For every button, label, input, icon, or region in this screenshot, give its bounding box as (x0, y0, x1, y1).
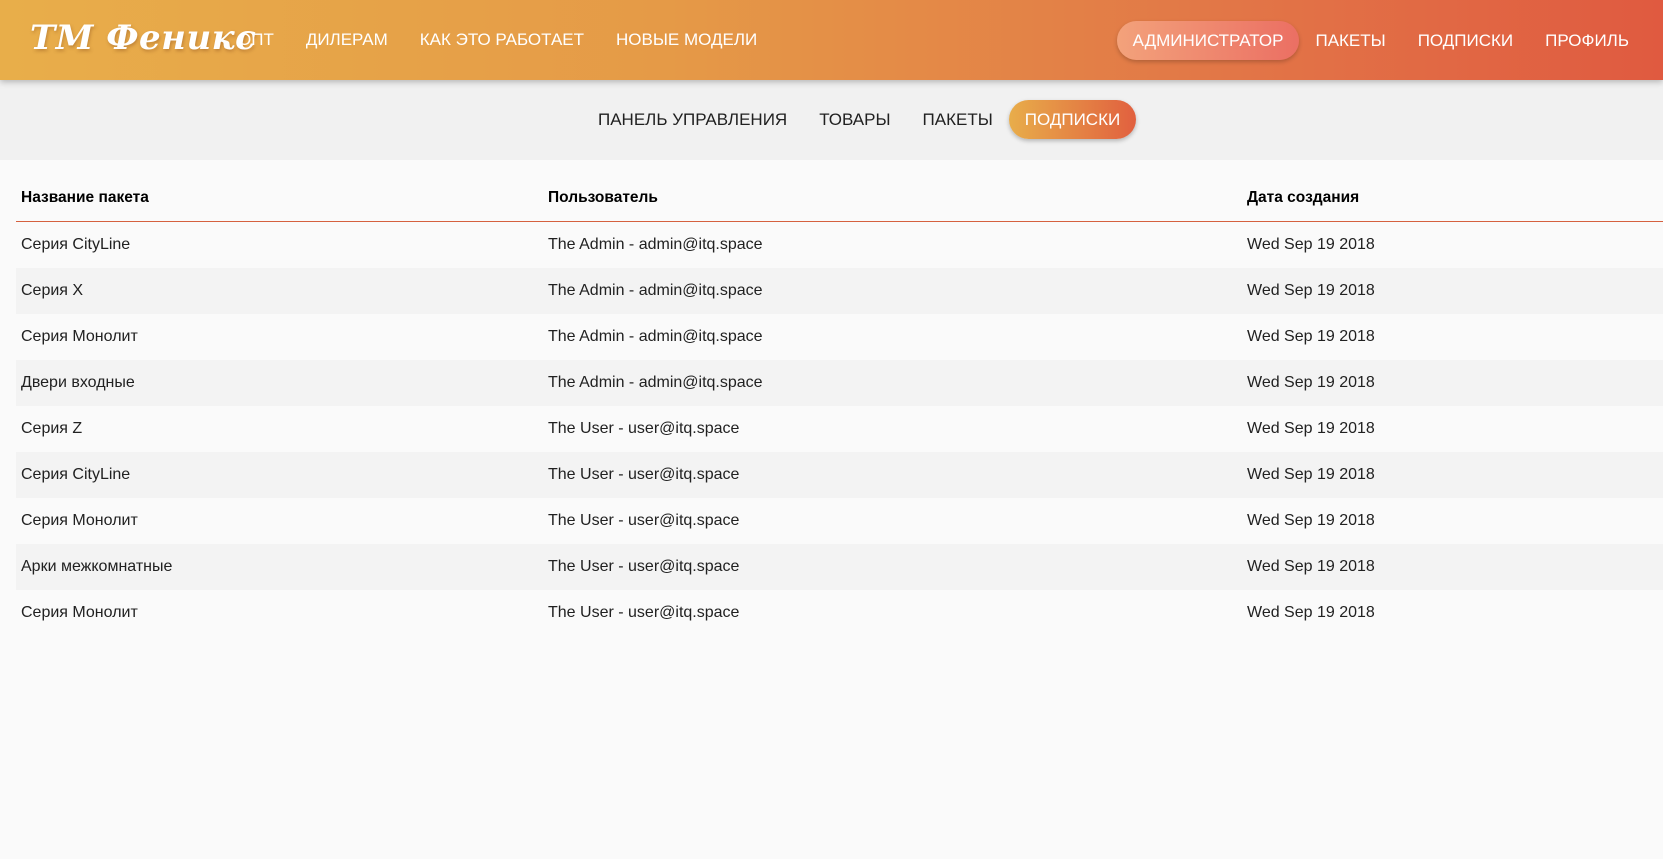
table-row[interactable]: Серия CityLine The User - user@itq.space… (16, 452, 1663, 498)
table-header: Название пакета Пользователь Дата создан… (16, 175, 1663, 222)
nav-link-new-models[interactable]: НОВЫЕ МОДЕЛИ (600, 28, 773, 52)
cell-created-date: Wed Sep 19 2018 (1247, 466, 1375, 483)
table-row[interactable]: Серия Z The User - user@itq.space Wed Se… (16, 406, 1663, 452)
nav-link-packages[interactable]: ПАКЕТЫ (1299, 29, 1401, 53)
subscriptions-table: Название пакета Пользователь Дата создан… (16, 175, 1663, 636)
cell-user: The User - user@itq.space (548, 604, 740, 621)
subscriptions-table-container: Название пакета Пользователь Дата создан… (16, 175, 1663, 636)
table-row[interactable]: Серия CityLine The Admin - admin@itq.spa… (16, 221, 1663, 268)
tab-control-panel[interactable]: ПАНЕЛЬ УПРАВЛЕНИЯ (582, 100, 803, 139)
cell-created-date: Wed Sep 19 2018 (1247, 374, 1375, 391)
cell-user: The User - user@itq.space (548, 466, 740, 483)
user-nav: АДМИНИСТРАТОР ПАКЕТЫ ПОДПИСКИ ПРОФИЛЬ (1116, 21, 1645, 60)
table-row[interactable]: Двери входные The Admin - admin@itq.spac… (16, 360, 1663, 406)
cell-package-name: Двери входные (21, 374, 135, 391)
admin-tabs: ПАНЕЛЬ УПРАВЛЕНИЯ ТОВАРЫ ПАКЕТЫ ПОДПИСКИ (582, 100, 1137, 139)
cell-user: The Admin - admin@itq.space (548, 328, 763, 345)
cell-created-date: Wed Sep 19 2018 (1247, 328, 1375, 345)
tab-subscriptions[interactable]: ПОДПИСКИ (1008, 100, 1137, 139)
cell-created-date: Wed Sep 19 2018 (1247, 282, 1375, 299)
cell-created-date: Wed Sep 19 2018 (1247, 236, 1375, 253)
cell-user: The Admin - admin@itq.space (548, 236, 763, 253)
cell-user: The Admin - admin@itq.space (548, 374, 763, 391)
column-header-user[interactable]: Пользователь (543, 175, 1242, 222)
cell-created-date: Wed Sep 19 2018 (1247, 558, 1375, 575)
cell-created-date: Wed Sep 19 2018 (1247, 420, 1375, 437)
nav-link-opt[interactable]: ОПТ (222, 28, 290, 52)
cell-created-date: Wed Sep 19 2018 (1247, 604, 1375, 621)
cell-user: The Admin - admin@itq.space (548, 282, 763, 299)
cell-created-date: Wed Sep 19 2018 (1247, 512, 1375, 529)
table-header-row: Название пакета Пользователь Дата создан… (16, 175, 1663, 222)
nav-link-dealers[interactable]: ДИЛЕРАМ (290, 28, 404, 52)
cell-package-name: Серия CityLine (21, 236, 131, 253)
table-row[interactable]: Серия Монолит The User - user@itq.space … (16, 498, 1663, 544)
cell-package-name: Серия Монолит (21, 604, 138, 621)
nav-link-administrator[interactable]: АДМИНИСТРАТОР (1116, 21, 1300, 60)
tab-packages[interactable]: ПАКЕТЫ (907, 100, 1009, 139)
cell-user: The User - user@itq.space (548, 558, 740, 575)
cell-package-name: Серия CityLine (21, 466, 131, 483)
table-body: Серия CityLine The Admin - admin@itq.spa… (16, 221, 1663, 636)
cell-package-name: Серия X (21, 282, 84, 299)
top-navbar: ТМ Феникс ОПТ ДИЛЕРАМ КАК ЭТО РАБОТАЕТ Н… (0, 0, 1663, 80)
nav-link-profile[interactable]: ПРОФИЛЬ (1529, 29, 1645, 53)
cell-package-name: Серия Z (21, 420, 83, 437)
table-row[interactable]: Арки межкомнатные The User - user@itq.sp… (16, 544, 1663, 590)
cell-user: The User - user@itq.space (548, 420, 740, 437)
tab-products[interactable]: ТОВАРЫ (803, 100, 906, 139)
main-nav: ОПТ ДИЛЕРАМ КАК ЭТО РАБОТАЕТ НОВЫЕ МОДЕЛ… (222, 28, 773, 52)
table-row[interactable]: Серия Монолит The User - user@itq.space … (16, 590, 1663, 636)
cell-package-name: Арки межкомнатные (21, 558, 173, 575)
table-row[interactable]: Серия Монолит The Admin - admin@itq.spac… (16, 314, 1663, 360)
cell-user: The User - user@itq.space (548, 512, 740, 529)
cell-package-name: Серия Монолит (21, 328, 138, 345)
nav-link-how-it-works[interactable]: КАК ЭТО РАБОТАЕТ (404, 28, 600, 52)
nav-link-subscriptions[interactable]: ПОДПИСКИ (1402, 29, 1529, 53)
table-row[interactable]: Серия X The Admin - admin@itq.space Wed … (16, 268, 1663, 314)
column-header-package-name[interactable]: Название пакета (16, 175, 543, 222)
column-header-created-date[interactable]: Дата создания (1242, 175, 1663, 222)
admin-subnav: ПАНЕЛЬ УПРАВЛЕНИЯ ТОВАРЫ ПАКЕТЫ ПОДПИСКИ (0, 80, 1663, 160)
cell-package-name: Серия Монолит (21, 512, 138, 529)
